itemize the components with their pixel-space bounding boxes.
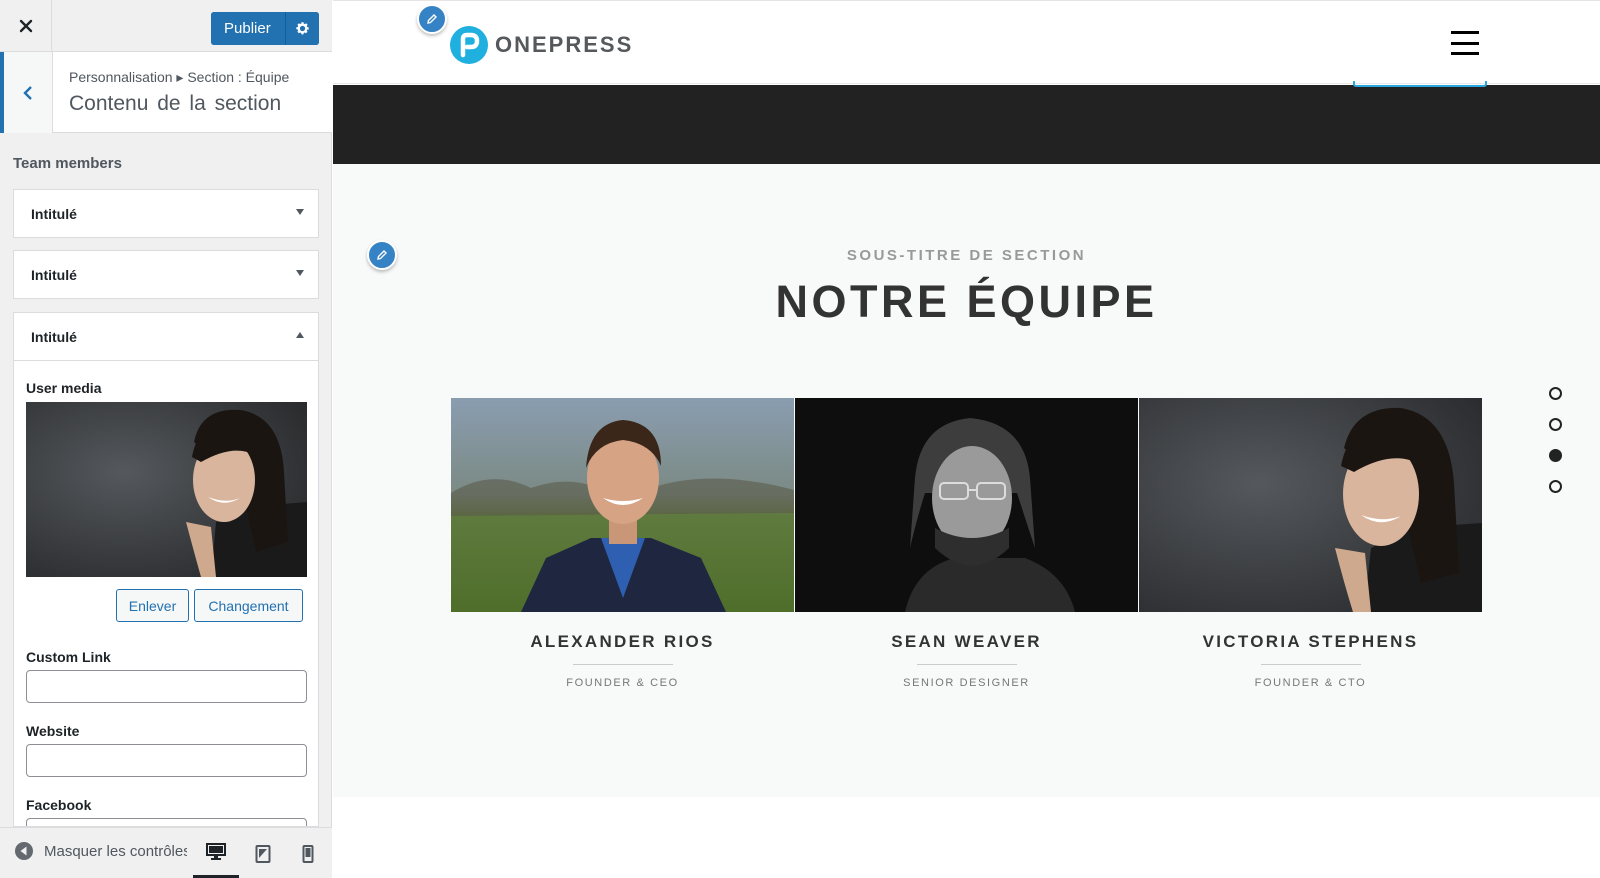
- preview-desktop-button[interactable]: [193, 828, 239, 878]
- section-nav-dot-3[interactable]: [1549, 449, 1562, 462]
- member-divider: [916, 664, 1017, 665]
- member-divider: [1260, 664, 1361, 665]
- change-media-button[interactable]: Changement: [194, 589, 303, 622]
- member-role: FOUNDER & CEO: [566, 677, 679, 689]
- publish-button[interactable]: Publier: [211, 12, 285, 45]
- team-member-item-1[interactable]: Intitulé: [13, 189, 319, 238]
- hide-controls-label: Masquer les contrôles: [44, 842, 187, 860]
- portrait-photo: [26, 402, 307, 577]
- desktop-icon: [206, 842, 226, 860]
- team-member-item-2[interactable]: Intitulé: [13, 250, 319, 299]
- hide-controls-button[interactable]: Masquer les contrôles: [14, 841, 187, 861]
- member-name: VICTORIA STEPHENS: [1202, 632, 1419, 651]
- customizer-footer: Masquer les contrôles: [0, 827, 332, 878]
- preview-tablet-button[interactable]: [240, 828, 286, 878]
- item-label: Intitulé: [31, 266, 77, 283]
- team-member-card: VICTORIA STEPHENS FOUNDER & CTO: [1139, 398, 1482, 689]
- item-label: Intitulé: [31, 205, 77, 222]
- onepress-logo-icon: [450, 26, 488, 64]
- website-label: Website: [26, 723, 80, 739]
- publish-button-group: Publier: [211, 12, 319, 45]
- section-nav-dot-2[interactable]: [1549, 418, 1562, 431]
- website-input[interactable]: [26, 744, 307, 777]
- publish-settings-button[interactable]: [284, 12, 319, 45]
- team-member-card: ALEXANDER RIOS FOUNDER & CEO: [451, 398, 794, 689]
- hero-section-bottom: [333, 81, 1600, 164]
- close-icon: [19, 19, 32, 33]
- facebook-label: Facebook: [26, 797, 92, 813]
- edit-logo-shortcut[interactable]: [417, 4, 447, 34]
- team-members-label: Team members: [13, 155, 122, 172]
- hamburger-line: [1451, 41, 1479, 45]
- site-header: ONEPRESS: [333, 0, 1600, 84]
- section-nav-dot-1[interactable]: [1549, 387, 1562, 400]
- preview-mobile-button[interactable]: [285, 828, 331, 878]
- member-divider: [572, 664, 673, 665]
- customizer-top-bar: Publier: [0, 0, 332, 52]
- caret-up-icon: [296, 332, 304, 338]
- team-member-item-3-body: User media Enlever Changement Custom Lin…: [13, 361, 319, 827]
- remove-media-button[interactable]: Enlever: [116, 589, 189, 622]
- hamburger-line: [1451, 52, 1479, 55]
- close-customizer-button[interactable]: [0, 0, 52, 52]
- member-name: SEAN WEAVER: [891, 632, 1042, 651]
- mobile-icon: [302, 844, 314, 863]
- site-logo[interactable]: ONEPRESS: [449, 25, 633, 65]
- team-section: SOUS-TITRE DE SECTION NOTRE ÉQUIPE ALEXA…: [333, 164, 1600, 797]
- item-label: Intitulé: [31, 328, 77, 345]
- chevron-left-icon: [23, 85, 32, 100]
- tablet-icon: [255, 844, 271, 863]
- hero-button-edge[interactable]: [1353, 81, 1487, 87]
- member-role: SENIOR DESIGNER: [903, 677, 1030, 689]
- customizer-sidebar: Publier Personnalisation ▸ Section : Équ…: [0, 0, 332, 878]
- caret-down-icon: [296, 270, 304, 276]
- user-media-label: User media: [26, 380, 102, 396]
- panel-title: Contenu de la section: [69, 92, 282, 115]
- member-photo: [795, 398, 1138, 612]
- member-name: ALEXANDER RIOS: [530, 632, 715, 651]
- caret-down-icon: [296, 209, 304, 215]
- team-member-card: SEAN WEAVER SENIOR DESIGNER: [795, 398, 1138, 689]
- gear-icon: [296, 22, 309, 35]
- custom-link-input[interactable]: [26, 670, 307, 703]
- site-preview: ONEPRESS SOUS-TITRE DE SECTION NOTRE ÉQU…: [333, 0, 1600, 878]
- hamburger-line: [1451, 31, 1479, 34]
- section-header: Personnalisation ▸ Section : Équipe Cont…: [0, 52, 332, 133]
- back-button[interactable]: [0, 52, 53, 133]
- facebook-input[interactable]: [26, 818, 307, 826]
- pencil-icon: [427, 14, 437, 24]
- member-photo: [1139, 398, 1482, 612]
- member-photo: [451, 398, 794, 612]
- custom-link-label: Custom Link: [26, 649, 111, 665]
- breadcrumb: Personnalisation ▸ Section : Équipe: [69, 69, 290, 85]
- section-title: NOTRE ÉQUIPE: [775, 276, 1158, 327]
- section-nav-dot-4[interactable]: [1549, 480, 1562, 493]
- member-role: FOUNDER & CTO: [1254, 677, 1367, 689]
- logo-text: ONEPRESS: [495, 32, 634, 57]
- section-subtitle: SOUS-TITRE DE SECTION: [846, 247, 1087, 264]
- user-media-preview[interactable]: [26, 402, 307, 577]
- team-member-item-3[interactable]: Intitulé: [13, 312, 319, 361]
- collapse-arrow-icon: [15, 842, 33, 860]
- menu-hamburger-button[interactable]: [1451, 31, 1479, 55]
